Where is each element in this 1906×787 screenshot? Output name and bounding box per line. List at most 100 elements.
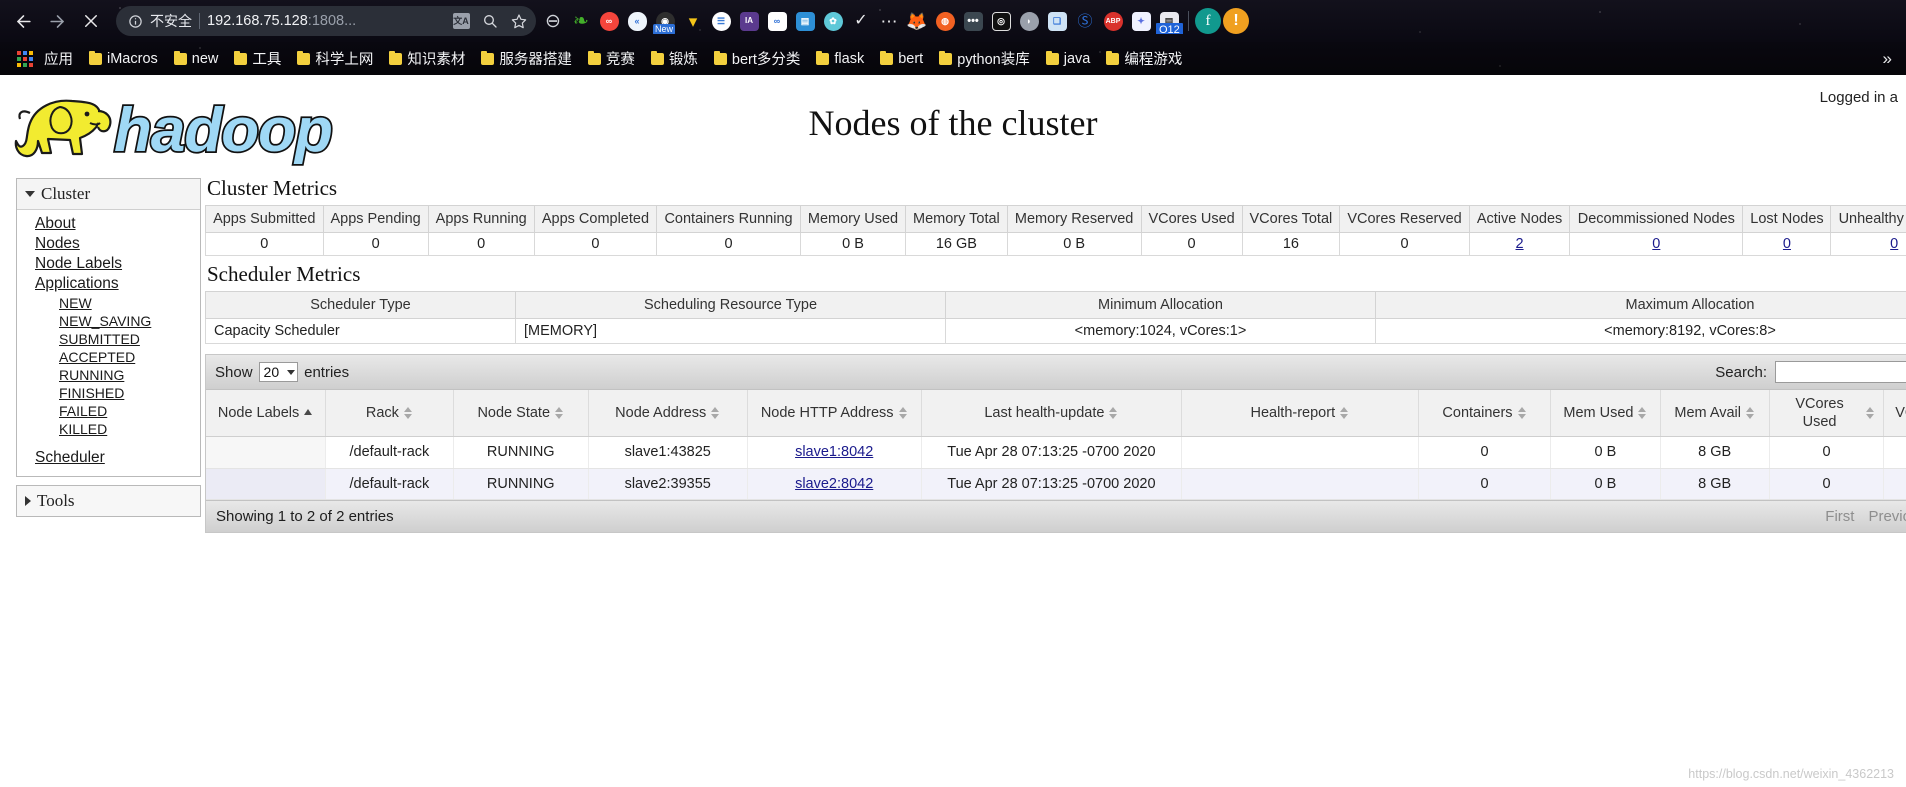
stop-x-icon[interactable] [74, 4, 108, 38]
folder-icon [89, 50, 102, 65]
checkmark-icon[interactable]: ✓ [848, 8, 874, 34]
rewind-icon[interactable]: « [624, 8, 650, 34]
bookmark-imacros[interactable]: iMacros [82, 48, 165, 70]
scanner-icon[interactable]: ▤ [792, 8, 818, 34]
bookmark-exercise[interactable]: 锻炼 [644, 45, 705, 72]
bookmark-contest[interactable]: 竞赛 [581, 45, 642, 72]
sidebar-item-scheduler[interactable]: Scheduler [17, 448, 200, 468]
main-content: Cluster Metrics Apps Submitted Apps Pend… [201, 170, 1906, 533]
sort-icon [898, 406, 908, 420]
page-size-select[interactable]: 20 [258, 362, 299, 383]
shell-icon[interactable]: ◗ [1016, 8, 1042, 34]
datatable-toolbar: Show 20 entries Search: [206, 355, 1906, 391]
google-keep-icon[interactable]: ▾ [680, 8, 706, 34]
bookmark-new[interactable]: new [167, 48, 226, 70]
lifebuoy-icon[interactable]: ◍ [932, 8, 958, 34]
back-arrow-icon[interactable] [6, 4, 40, 38]
nav-tools-header[interactable]: Tools [17, 486, 200, 516]
th-mem-avail[interactable]: Mem Avail [1660, 390, 1770, 438]
adblock-plus-icon[interactable]: ABP [1100, 8, 1126, 34]
camera-new-icon[interactable]: ◉ New [652, 8, 678, 34]
td-containers: 0 [1418, 468, 1552, 500]
translate-icon[interactable]: 文A [450, 10, 472, 32]
lost-nodes-link[interactable]: 0 [1783, 236, 1791, 252]
bookmark-bert[interactable]: bert [873, 48, 930, 70]
search-input[interactable] [1775, 361, 1906, 384]
bookmark-server[interactable]: 服务器搭建 [474, 45, 579, 72]
th-mem-used[interactable]: Mem Used [1550, 390, 1661, 438]
star-icon[interactable] [508, 10, 530, 32]
sidebar-item-new[interactable]: NEW [17, 294, 200, 312]
ellipsis-box-icon[interactable]: ••• [960, 8, 986, 34]
sidebar-item-new-saving[interactable]: NEW_SAVING [17, 312, 200, 330]
more-dots-icon[interactable]: ⋯ [876, 8, 902, 34]
sidebar-item-about[interactable]: About [17, 214, 200, 234]
window-icon[interactable]: ❏ [1044, 8, 1070, 34]
bookmark-programming-games[interactable]: 编程游戏 [1099, 45, 1189, 72]
unhealthy-nodes-link[interactable]: 0 [1890, 236, 1898, 252]
info-circle-icon[interactable] [128, 14, 143, 29]
nodes-table: Node Labels Rack Node State Node Address… [206, 390, 1906, 500]
th-last-health-update[interactable]: Last health-update [921, 390, 1182, 438]
fox-icon[interactable]: 🦊 [904, 8, 930, 34]
sidebar-item-finished[interactable]: FINISHED [17, 384, 200, 402]
avatar[interactable]: f [1195, 8, 1221, 34]
url-text[interactable]: 192.168.75.128:1808... [207, 13, 443, 29]
th-node-http-address[interactable]: Node HTTP Address [747, 390, 922, 438]
chain-links-icon[interactable]: ∞ [764, 8, 790, 34]
sidebar-item-accepted[interactable]: ACCEPTED [17, 348, 200, 366]
th-health-report[interactable]: Health-report [1181, 390, 1419, 438]
bookmark-flask[interactable]: flask [809, 48, 871, 70]
reader-icon[interactable]: ☰ [708, 8, 734, 34]
th-vcores-used[interactable]: VCores Used [1769, 390, 1885, 438]
sidebar-item-node-labels[interactable]: Node Labels [17, 254, 200, 274]
settings-gear-icon[interactable]: ✿ [820, 8, 846, 34]
sidebar-item-failed[interactable]: FAILED [17, 402, 200, 420]
address-bar[interactable]: 不安全 192.168.75.128:1808... 文A [116, 6, 536, 36]
noscript-icon[interactable]: Ⓢ [1072, 8, 1098, 34]
td-vcores-avail: 8 [1883, 436, 1906, 469]
bird-icon[interactable]: ✦ [1128, 8, 1154, 34]
sidebar-item-nodes[interactable]: Nodes [17, 234, 200, 254]
printer-icon[interactable]: ▤ O12 [1156, 8, 1183, 34]
bookmarks-overflow-button[interactable]: » [1877, 49, 1898, 69]
th-rack[interactable]: Rack [325, 390, 454, 438]
th-node-labels[interactable]: Node Labels [206, 390, 327, 438]
infinity-icon[interactable]: ∞ [596, 8, 622, 34]
sidebar-item-running[interactable]: RUNNING [17, 366, 200, 384]
bookmark-tools[interactable]: 工具 [227, 45, 288, 72]
binoculars-icon[interactable]: ◎ [988, 8, 1014, 34]
pagination-first[interactable]: First [1825, 508, 1854, 525]
th-vcores-avail[interactable]: VCores Avail [1883, 390, 1906, 438]
internet-archive-icon[interactable]: IA [736, 8, 762, 34]
active-nodes-link[interactable]: 2 [1516, 236, 1524, 252]
table-row[interactable]: /default-rack RUNNING slave2:39355 slave… [206, 468, 1906, 500]
th-node-state[interactable]: Node State [453, 390, 589, 438]
decommissioned-nodes-link[interactable]: 0 [1652, 236, 1660, 252]
th-containers[interactable]: Containers [1418, 390, 1552, 438]
table-row[interactable]: /default-rack RUNNING slave1:43825 slave… [206, 436, 1906, 469]
adblock-minus-icon[interactable]: ⊖ [540, 8, 566, 34]
th-node-address[interactable]: Node Address [588, 390, 748, 438]
node-http-link[interactable]: slave1:8042 [795, 444, 873, 460]
node-http-link[interactable]: slave2:8042 [795, 476, 873, 492]
bookmark-bert-multiclass[interactable]: bert多分类 [707, 45, 808, 72]
nav-cluster-header[interactable]: Cluster [17, 179, 200, 210]
bookmark-apps[interactable]: 应用 [8, 45, 80, 72]
sidebar-item-submitted[interactable]: SUBMITTED [17, 330, 200, 348]
sidebar-item-killed[interactable]: KILLED [17, 420, 200, 438]
page-size-value: 20 [263, 364, 280, 381]
th-label: Memory Used [807, 211, 899, 227]
chrome-menu-icon[interactable]: ! [1223, 8, 1249, 34]
forward-arrow-icon[interactable] [40, 4, 74, 38]
pagination-previous[interactable]: Previous [1868, 508, 1906, 525]
td-memory-used: 0 B [799, 232, 907, 257]
bookmark-knowledge[interactable]: 知识素材 [382, 45, 472, 72]
evernote-icon[interactable]: ❧ [568, 8, 594, 34]
bookmark-java[interactable]: java [1039, 48, 1098, 70]
zoom-out-icon[interactable] [479, 10, 501, 32]
sidebar-item-applications[interactable]: Applications [17, 274, 200, 294]
bookmark-python-libs[interactable]: python装库 [932, 45, 1037, 72]
bookmark-vpn[interactable]: 科学上网 [290, 45, 380, 72]
